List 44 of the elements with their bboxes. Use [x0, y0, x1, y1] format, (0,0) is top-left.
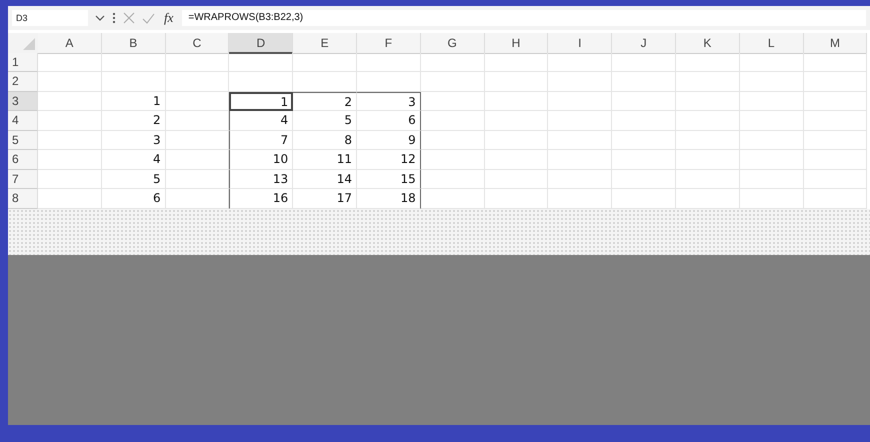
- table-cell: 2: [102, 111, 166, 130]
- table-cell: 15: [356, 170, 421, 189]
- row-header[interactable]: 2: [8, 72, 38, 92]
- table-cell: 5: [102, 170, 166, 189]
- column-header[interactable]: L: [740, 33, 804, 54]
- column-header[interactable]: K: [676, 33, 740, 54]
- table-cell: 7: [229, 130, 294, 150]
- column-header[interactable]: E: [293, 33, 357, 54]
- table-cell: 9: [356, 130, 421, 150]
- table-cell: 8: [293, 130, 357, 150]
- column-header[interactable]: I: [548, 33, 612, 54]
- table-cell: 4: [229, 111, 294, 130]
- table-cell: 12: [356, 150, 421, 170]
- column-header[interactable]: B: [102, 33, 166, 54]
- insert-function-button[interactable]: fx: [162, 10, 176, 26]
- row-header[interactable]: 8: [8, 189, 38, 208]
- column-header[interactable]: J: [612, 33, 676, 54]
- table-cell: 2: [293, 92, 357, 111]
- table-cell: 4: [102, 150, 166, 170]
- table-cell: 13: [229, 170, 294, 189]
- table-cell: 3: [102, 130, 166, 150]
- column-header[interactable]: A: [38, 33, 102, 54]
- row-header[interactable]: 4: [8, 111, 38, 130]
- table-cell: 3: [356, 92, 421, 111]
- row-header[interactable]: 3: [8, 92, 38, 111]
- row-header[interactable]: 5: [8, 130, 38, 150]
- column-header[interactable]: C: [166, 33, 230, 54]
- column-header[interactable]: F: [356, 33, 421, 54]
- name-box[interactable]: D3: [12, 10, 88, 26]
- table-cell: 11: [293, 150, 357, 170]
- row-header[interactable]: 7: [8, 170, 38, 189]
- table-cell: 1: [229, 92, 294, 111]
- table-cell: 14: [293, 170, 357, 189]
- row-header[interactable]: 6: [8, 150, 38, 170]
- formula-field[interactable]: =WRAPROWS(B3:B22,3): [182, 10, 866, 26]
- column-header[interactable]: G: [420, 33, 485, 54]
- table-cell: 10: [229, 150, 294, 170]
- column-header[interactable]: M: [804, 33, 868, 54]
- table-cell: 6: [356, 111, 421, 130]
- table-cell: 5: [293, 111, 357, 130]
- column-header[interactable]: H: [484, 33, 548, 54]
- row-header[interactable]: 1: [8, 52, 38, 72]
- column-header[interactable]: D: [229, 33, 294, 54]
- table-cell: 1: [102, 92, 166, 111]
